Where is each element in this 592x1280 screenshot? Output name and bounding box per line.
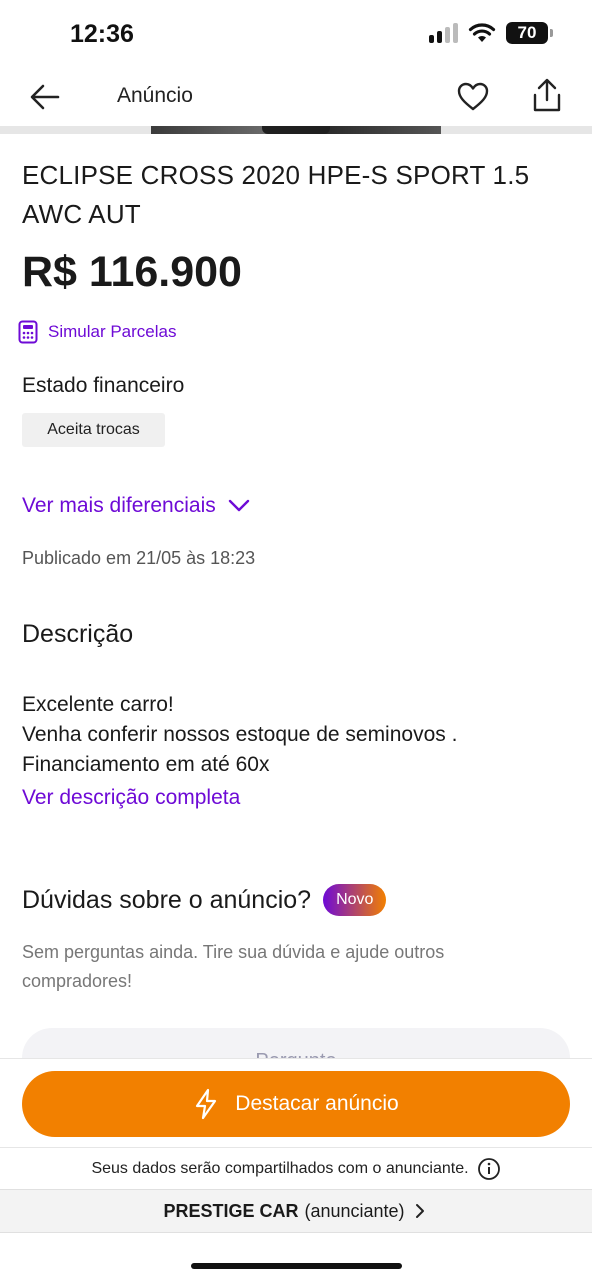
feature-chip: Aceita trocas [22,413,165,447]
seller-role: (anunciante) [304,1200,405,1221]
questions-subtitle: Sem perguntas ainda. Tire sua dúvida e a… [22,942,445,991]
description-line: Excelente carro! [22,693,174,716]
description-heading: Descrição [22,620,134,648]
listing-title: ECLIPSE CROSS 2020 HPE-S SPORT 1.5 AWC A… [22,160,530,229]
seller-link[interactable]: PRESTIGE CAR (anunciante) [0,1189,592,1233]
chevron-right-icon [415,1204,424,1218]
description-line: Financiamento em até 60x [22,753,270,776]
highlight-ad-button[interactable]: Destacar anúncio [22,1071,570,1137]
financial-state-label: Estado financeiro [22,374,185,397]
battery-icon: 70 [506,22,553,44]
more-features-label: Ver mais diferenciais [22,494,216,517]
privacy-notice: Seus dados serão compartilhados com o an… [0,1157,592,1181]
heart-icon [457,82,489,111]
questions-header: Dúvidas sobre o anúncio? Novo [22,884,387,916]
seller-name: PRESTIGE CAR [163,1200,299,1221]
lightning-icon [196,1088,217,1120]
arrow-left-icon [30,84,60,110]
top-app-bar: Anúncio [0,68,592,126]
status-time: 12:36 [70,20,134,48]
photo-gallery-edge[interactable] [0,126,592,134]
chevron-down-icon [228,499,249,512]
more-features-toggle[interactable]: Ver mais diferenciais [22,494,250,518]
description-body: Excelente carro! Venha conferir nossos e… [22,690,457,780]
description-line: Venha conferir nossos estoque de seminov… [22,723,458,746]
share-button[interactable] [530,78,564,114]
published-date: Publicado em 21/05 às 18:23 [22,548,256,568]
listing-price: R$ 116.900 [22,248,242,296]
info-icon[interactable] [477,1157,501,1181]
calculator-icon [18,320,38,344]
gallery-indicator [262,126,330,134]
simulate-installments-label: Simular Parcelas [48,322,177,341]
new-badge: Novo [323,884,387,916]
questions-heading: Dúvidas sobre o anúncio? [22,885,312,914]
page-title: Anúncio [117,84,193,107]
full-description-link[interactable]: Ver descrição completa [22,786,240,810]
divider [0,1147,592,1148]
status-bar: 12:36 70 [0,0,592,68]
highlight-ad-label: Destacar anúncio [235,1092,399,1115]
signal-icon [429,23,458,43]
bottom-panel: Destacar anúncio Seus dados serão compar… [0,1058,592,1280]
home-indicator [191,1263,402,1269]
wifi-icon [468,23,496,42]
privacy-text: Seus dados serão compartilhados com o an… [91,1160,469,1177]
battery-level: 70 [517,23,537,42]
favorite-button[interactable] [456,80,490,114]
status-icons: 70 [429,22,553,44]
back-button[interactable] [28,80,62,114]
share-icon [533,78,561,112]
simulate-installments-link[interactable]: Simular Parcelas [18,320,177,344]
